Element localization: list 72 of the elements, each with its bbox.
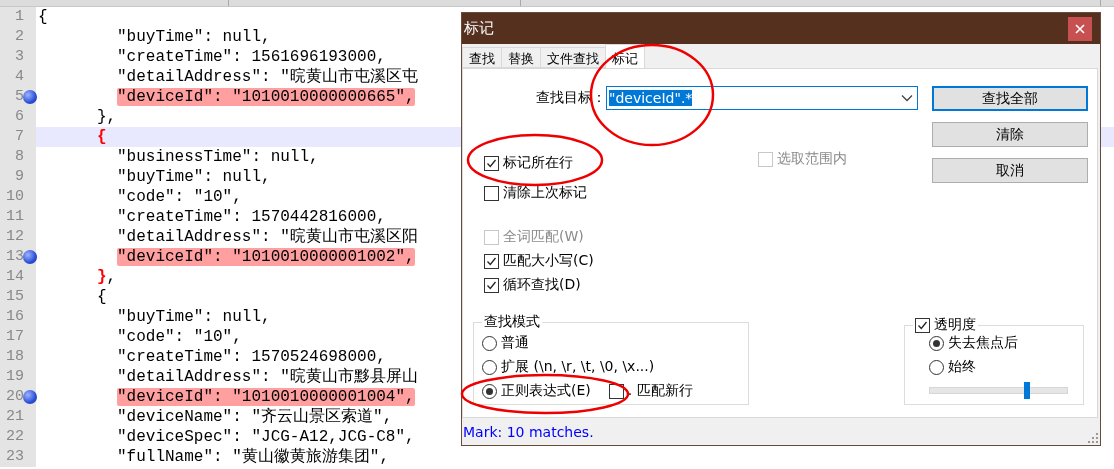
checkbox[interactable]: . 匹配新行 [608, 379, 693, 403]
checkbox[interactable]: 清除上次标记 [484, 181, 587, 205]
line-number: 6 [0, 107, 24, 127]
line-number: 10 [0, 187, 24, 207]
code-line: { [38, 8, 48, 26]
status-message: Mark: 10 matches. [462, 423, 594, 440]
line-number: 2 [0, 27, 24, 47]
code-line: "detailAddress": "晥黄山市屯溪区阳 [117, 228, 418, 246]
code-line: "fullName": "黄山徽黄旅游集团", [117, 448, 390, 466]
code-line: "code": "10", [117, 328, 242, 346]
code-line: { [97, 288, 107, 306]
code-line: "buyTime": null, [117, 308, 271, 326]
radio-option[interactable]: 始终 [929, 355, 1083, 379]
code-line: { [97, 128, 107, 146]
group-title: 查找模式 [483, 313, 541, 331]
checkmark-icon [486, 255, 497, 267]
code-line: "createTime": 1561696193000, [117, 48, 386, 66]
code-line: "code": "10", [117, 188, 242, 206]
tab[interactable]: 文件查找 [540, 47, 606, 68]
dialog-button[interactable]: 查找全部 [932, 86, 1088, 111]
line-number: 8 [0, 147, 24, 167]
slider-thumb[interactable] [1024, 382, 1031, 399]
checkmark-icon [917, 319, 928, 331]
checkbox[interactable]: 循环查找(D) [484, 273, 919, 297]
line-number: 19 [0, 367, 24, 387]
tab[interactable]: 替换 [501, 47, 541, 68]
line-number: 9 [0, 167, 24, 187]
radio-option[interactable]: 扩展 (\n, \r, \t, \0, \x...) [482, 355, 748, 379]
close-icon [1075, 23, 1085, 34]
line-number: 14 [0, 267, 24, 287]
radio-option[interactable]: 正则表达式(E) [482, 379, 591, 403]
code-line: "businessTime": null, [117, 148, 319, 166]
close-button[interactable] [1068, 16, 1092, 41]
code-line: "createTime": 1570524698000, [117, 348, 386, 366]
dialog-title: 标记 [463, 19, 494, 38]
checkmark-icon [486, 279, 497, 291]
line-number: 17 [0, 327, 24, 347]
code-line: }, [97, 108, 117, 126]
code-line: "deviceSpec": "JCG-A12,JCG-C8", [117, 428, 415, 446]
dialog-button[interactable]: 清除 [932, 122, 1088, 147]
line-number: 4 [0, 67, 24, 87]
line-number: 12 [0, 227, 24, 247]
code-line: "buyTime": null, [117, 28, 271, 46]
line-number: 3 [0, 47, 24, 67]
line-number: 23 [0, 447, 24, 467]
code-line: "deviceName": "齐云山景区索道", [117, 408, 393, 426]
checkbox[interactable]: 标记所在行 [484, 151, 587, 175]
line-number: 16 [0, 307, 24, 327]
line-number: 13 [0, 247, 24, 267]
line-number: 18 [0, 347, 24, 367]
code-line: "detailAddress": "晥黄山市屯溪区屯 [117, 68, 418, 86]
code-line: "detailAddress": "晥黄山市黟县屏山 [117, 368, 418, 386]
radio-option[interactable]: 普通 [482, 331, 748, 355]
line-number: 5 [0, 87, 24, 107]
search-combo-field[interactable]: "deviceId".* [606, 86, 918, 110]
line-number: 22 [0, 427, 24, 447]
line-number: 20 [0, 387, 24, 407]
chevron-down-icon [901, 94, 913, 102]
line-number: 11 [0, 207, 24, 227]
line-number: 15 [0, 287, 24, 307]
line-number: 21 [0, 407, 24, 427]
dialog-button[interactable]: 取消 [932, 158, 1088, 183]
line-number: 7 [0, 127, 24, 147]
code-line: "buyTime": null, [117, 168, 271, 186]
code-line: }, [97, 268, 117, 286]
radio-option[interactable]: 失去焦点后 [929, 331, 1083, 355]
resize-grip-icon [1088, 433, 1098, 443]
code-line: "createTime": 1570442816000, [117, 208, 386, 226]
checkbox[interactable]: 匹配大小写(C) [484, 249, 919, 273]
checkmark-icon [486, 157, 497, 169]
line-number: 1 [0, 7, 24, 27]
tab[interactable]: 查找 [462, 47, 502, 68]
